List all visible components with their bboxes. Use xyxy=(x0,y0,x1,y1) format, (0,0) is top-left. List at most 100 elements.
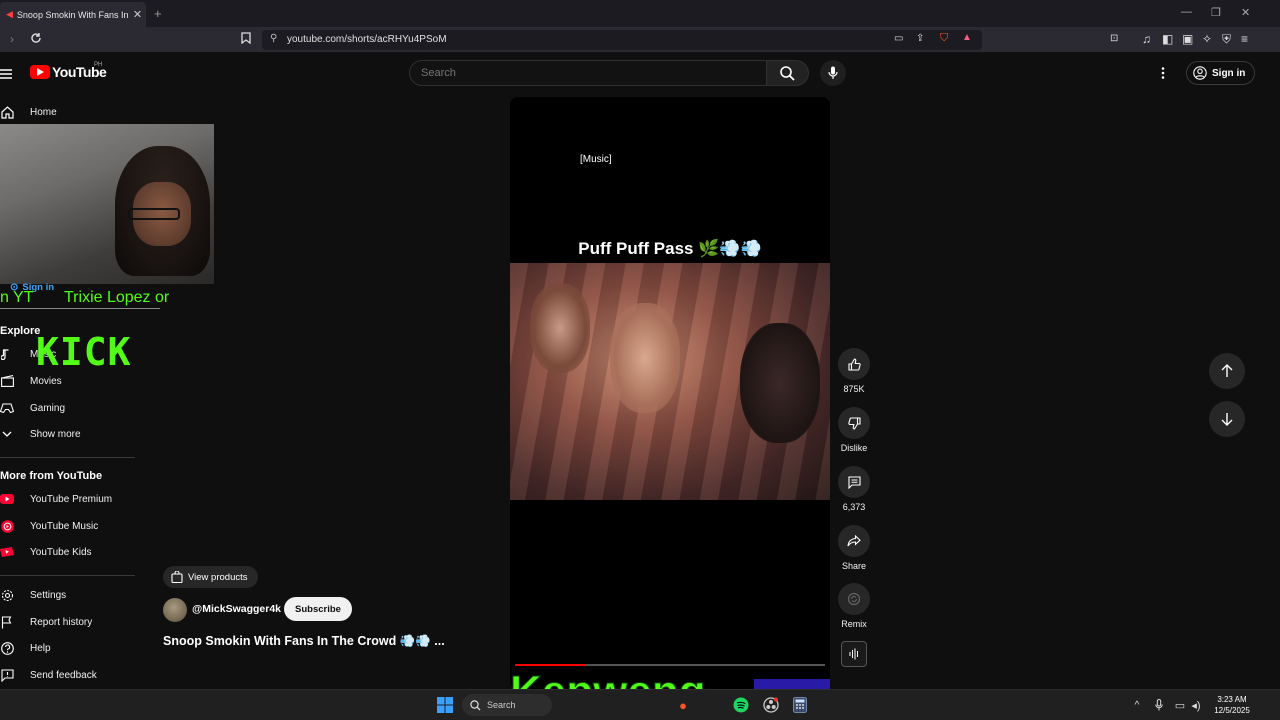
sound-button[interactable] xyxy=(841,641,867,667)
youtube-logo[interactable]: YouTube PH xyxy=(30,62,107,80)
search-input[interactable] xyxy=(421,67,721,79)
youtube-play-icon xyxy=(30,65,50,79)
remix-label: Remix xyxy=(841,619,867,629)
like-count: 875K xyxy=(843,384,865,394)
subscribe-button[interactable]: Subscribe xyxy=(284,597,352,621)
forward-icon[interactable]: › xyxy=(10,32,14,46)
obs-icon[interactable] xyxy=(762,696,780,714)
reload-icon[interactable] xyxy=(30,32,42,47)
youtube-header: YouTube PH Sign in xyxy=(0,54,1280,92)
comments-button[interactable]: 6,373 xyxy=(838,466,870,512)
sidebar-toggle-icon[interactable]: ◧ xyxy=(1162,32,1173,46)
closed-caption: [Music] xyxy=(580,154,612,165)
explore-heading: Explore xyxy=(0,325,41,337)
video-frame xyxy=(510,263,830,500)
sidebar-item-premium[interactable]: YouTube Premium xyxy=(0,487,112,511)
sidebar-item-report-history[interactable]: Report history xyxy=(0,610,92,634)
share-page-icon[interactable]: ⇪ xyxy=(916,33,924,44)
next-short-button[interactable] xyxy=(1209,401,1245,437)
channel-avatar[interactable] xyxy=(163,598,187,622)
address-bar[interactable]: ⚲ youtube.com/shorts/acRHYu4PSoM ▭ ⇪ ⛉ ▲ xyxy=(262,30,982,50)
sidebar-item-label: YouTube Premium xyxy=(30,493,113,505)
thumbs-up-icon xyxy=(847,357,861,371)
sidebar-item-label: Help xyxy=(30,642,51,654)
streamer-name-overlay: Trixie Lopez or xyxy=(64,289,170,306)
video-title[interactable]: Snoop Smokin With Fans In The Crowd 💨💨 .… xyxy=(163,634,445,649)
tab-close-icon[interactable]: ✕ xyxy=(133,8,142,21)
windows-start-icon[interactable] xyxy=(436,696,454,714)
search-box[interactable] xyxy=(409,60,767,86)
leo-ai-icon[interactable]: ✧ xyxy=(1202,32,1212,46)
sidebar-item-send-feedback[interactable]: Send feedback xyxy=(0,663,97,687)
previous-short-button[interactable] xyxy=(1209,353,1245,389)
volume-icon[interactable]: ◂) xyxy=(1187,696,1205,714)
remix-button[interactable]: Remix xyxy=(838,583,870,629)
like-circle xyxy=(838,348,870,380)
chevron-down-icon xyxy=(0,427,14,441)
sidebar-item-music-app[interactable]: YouTube Music xyxy=(0,514,98,538)
music-note-icon xyxy=(0,347,14,361)
media-icon[interactable]: ♫ xyxy=(1142,32,1151,46)
video-text-overlay: Puff Puff Pass 🌿💨💨 xyxy=(578,239,762,258)
shorts-player[interactable]: [Music] Puff Puff Pass 🌿💨💨 xyxy=(510,97,830,689)
video-progress-bar[interactable] xyxy=(515,664,825,666)
flag-icon xyxy=(0,615,14,629)
browser-tab[interactable]: ◀ Snoop Smokin With Fans In The Crowd ✕ xyxy=(0,2,146,27)
system-clock[interactable]: 3:23 AM 12/5/2025 xyxy=(1206,694,1258,716)
sidebar-item-label: Report history xyxy=(30,616,93,628)
show-hidden-icons[interactable]: ^ xyxy=(1128,696,1146,714)
sidebar-item-gaming[interactable]: Gaming xyxy=(0,396,65,420)
wallet-icon[interactable]: ▣ xyxy=(1182,32,1193,46)
taskbar-search[interactable]: Search xyxy=(462,694,552,716)
bookmark-icon[interactable] xyxy=(241,32,251,47)
channel-name[interactable]: @MickSwagger4k xyxy=(192,603,281,615)
brave-browser-icon[interactable]: ● xyxy=(674,696,692,714)
overlay-divider xyxy=(0,308,160,309)
share-button[interactable]: Share xyxy=(838,525,870,571)
brave-rewards-icon[interactable]: ▲ xyxy=(962,32,972,43)
dislike-button[interactable]: Dislike xyxy=(838,407,870,453)
hamburger-menu-icon[interactable] xyxy=(0,66,12,84)
microphone-tray-icon[interactable] xyxy=(1150,696,1168,714)
arrow-up-icon xyxy=(1221,364,1233,377)
search-button[interactable] xyxy=(767,60,809,86)
site-info-icon[interactable]: ⚲ xyxy=(270,33,277,44)
remix-icon xyxy=(847,592,861,606)
sidebar-item-help[interactable]: Help xyxy=(0,636,51,660)
spotify-icon[interactable] xyxy=(732,696,750,714)
vpn-icon[interactable]: ⛨ xyxy=(1222,32,1231,47)
sidebar-item-kids[interactable]: YouTube Kids xyxy=(0,540,92,564)
thumbs-down-icon xyxy=(847,416,861,430)
cast-icon[interactable]: ▭ xyxy=(894,33,903,44)
windows-taskbar: Search ● ^ ▭ ◂) 3:23 AM 12/5/2025 xyxy=(0,689,1280,720)
voice-search-button[interactable] xyxy=(820,60,846,86)
sidebar-item-home[interactable]: Home xyxy=(0,100,57,124)
feedback-icon xyxy=(0,668,14,682)
new-tab-button[interactable]: + xyxy=(154,6,162,21)
comment-icon xyxy=(847,475,861,489)
gear-icon xyxy=(0,588,14,602)
sidebar-item-label: Movies xyxy=(30,375,62,387)
sidebar-show-more[interactable]: Show more xyxy=(0,422,81,446)
sidebar-item-label: Show more xyxy=(30,428,81,440)
sidebar-item-settings[interactable]: Settings xyxy=(0,583,66,607)
restore-button[interactable]: ❐ xyxy=(1211,6,1221,19)
browser-tab-strip: ◀ Snoop Smokin With Fans In The Crowd ✕ … xyxy=(0,0,1280,27)
home-icon xyxy=(0,105,14,119)
url-text: youtube.com/shorts/acRHYu4PSoM xyxy=(287,34,447,45)
sign-in-button[interactable]: Sign in xyxy=(1186,61,1256,85)
view-products-button[interactable]: View products xyxy=(163,566,258,588)
menu-icon[interactable]: ≡ xyxy=(1241,32,1248,46)
calculator-icon[interactable] xyxy=(791,696,809,714)
more-options-icon[interactable] xyxy=(1161,66,1165,84)
dislike-circle xyxy=(838,407,870,439)
minimize-button[interactable]: — xyxy=(1181,6,1192,18)
view-products-label: View products xyxy=(188,571,248,583)
like-button[interactable]: 875K xyxy=(838,348,870,394)
brave-shield-icon[interactable]: ⛉ xyxy=(940,32,948,45)
sidebar-item-label: Settings xyxy=(30,589,67,601)
reader-mode-icon[interactable]: ⊡ xyxy=(1110,33,1118,44)
close-window-button[interactable]: ✕ xyxy=(1241,6,1250,19)
comments-circle xyxy=(838,466,870,498)
remix-circle xyxy=(838,583,870,615)
